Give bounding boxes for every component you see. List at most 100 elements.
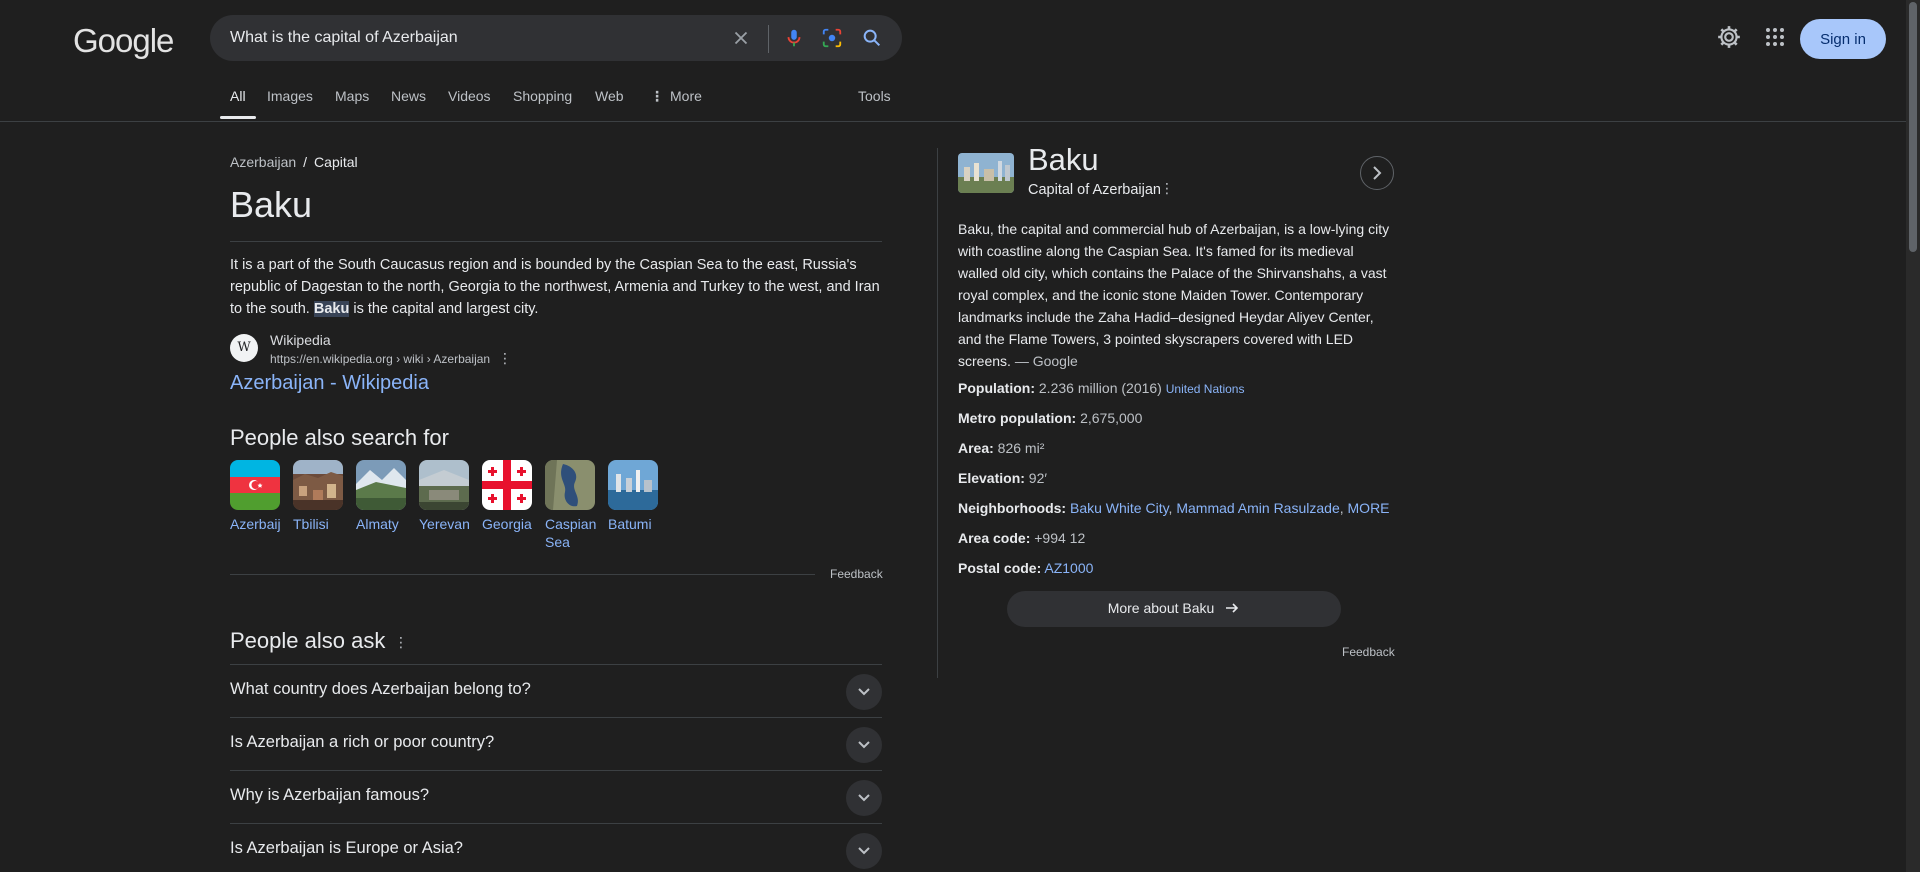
- sign-in-button[interactable]: Sign in: [1800, 19, 1886, 59]
- almaty-photo-thumbnail: [356, 460, 406, 510]
- paa-question[interactable]: Is Azerbaijan is Europe or Asia?: [230, 823, 882, 872]
- result-title-link[interactable]: Azerbaijan - Wikipedia: [230, 372, 429, 395]
- search-divider: [768, 25, 769, 53]
- pas-item-azerbaijan[interactable]: Azerbaij: [230, 460, 281, 533]
- breadcrumb-current: Capital: [314, 154, 358, 170]
- pas-item-almaty[interactable]: Almaty: [356, 460, 406, 533]
- pas-item-tbilisi[interactable]: Tbilisi: [293, 460, 343, 533]
- feedback-link[interactable]: Feedback: [830, 567, 883, 581]
- georgia-flag-thumbnail: [482, 460, 532, 510]
- top-header: Google Sign in All Images Maps News Vide…: [0, 0, 1906, 122]
- breadcrumb: Azerbaijan / Capital: [230, 154, 358, 170]
- fact-neighborhoods: Neighborhoods: Baku White City, Mammad A…: [958, 500, 1390, 516]
- paa-question-text: Is Azerbaijan a rich or poor country?: [230, 733, 495, 751]
- chevron-down-icon[interactable]: [846, 727, 882, 763]
- pas-item-georgia[interactable]: Georgia: [482, 460, 532, 533]
- chevron-down-icon[interactable]: [846, 674, 882, 710]
- pas-item-yerevan[interactable]: Yerevan: [419, 460, 470, 533]
- tools-button[interactable]: Tools: [858, 88, 891, 104]
- paa-question[interactable]: Is Azerbaijan a rich or poor country?: [230, 717, 882, 770]
- tab-shopping[interactable]: Shopping: [513, 88, 572, 104]
- batumi-photo-thumbnail: [608, 460, 658, 510]
- snippet-text-after: is the capital and largest city.: [349, 301, 539, 317]
- tab-news[interactable]: News: [391, 88, 426, 104]
- neighborhood-link[interactable]: Baku White City: [1070, 500, 1169, 516]
- tab-web[interactable]: Web: [595, 88, 624, 104]
- breadcrumb-parent[interactable]: Azerbaijan: [230, 154, 296, 170]
- chevron-down-icon[interactable]: [846, 780, 882, 816]
- microphone-icon[interactable]: [783, 27, 805, 49]
- tab-videos[interactable]: Videos: [448, 88, 491, 104]
- tab-maps[interactable]: Maps: [335, 88, 369, 104]
- neighborhoods-more-link[interactable]: MORE: [1348, 500, 1390, 516]
- search-icon[interactable]: [861, 27, 883, 49]
- caspian-sea-map-thumbnail: [545, 460, 595, 510]
- paa-question-text: Why is Azerbaijan famous?: [230, 786, 430, 804]
- paa-question[interactable]: What country does Azerbaijan belong to?: [230, 664, 882, 717]
- pas-item-label: Tbilisi: [293, 516, 329, 532]
- knowledge-panel-title: Baku: [1028, 142, 1099, 177]
- more-vert-icon[interactable]: ⋮: [498, 350, 512, 367]
- arrow-right-icon: [1224, 600, 1240, 619]
- scrollbar-thumb[interactable]: [1909, 2, 1917, 252]
- yerevan-photo-thumbnail: [419, 460, 469, 510]
- fact-metro-population: Metro population: 2,675,000: [958, 410, 1143, 426]
- google-logo[interactable]: Google: [73, 22, 174, 60]
- clear-icon[interactable]: [730, 27, 752, 49]
- fact-area-code: Area code: +994 12: [958, 530, 1086, 546]
- pas-item-label: Azerbaij: [230, 516, 281, 532]
- settings-gear-icon[interactable]: [1716, 24, 1742, 50]
- fact-elevation: Elevation: 92′: [958, 470, 1047, 486]
- neighborhood-link[interactable]: Mammad Amin Rasulzade: [1176, 500, 1339, 516]
- lens-camera-icon[interactable]: [821, 27, 843, 49]
- search-input[interactable]: [230, 15, 730, 61]
- azerbaijan-flag-thumbnail: [230, 460, 280, 510]
- fact-area: Area: 826 mi²: [958, 440, 1045, 456]
- people-also-search-list: Azerbaij Tbilisi Almaty Yerevan Georgia …: [230, 460, 680, 550]
- pas-item-batumi[interactable]: Batumi: [608, 460, 658, 533]
- paa-question[interactable]: Why is Azerbaijan famous?: [230, 770, 882, 823]
- pas-item-label: Almaty: [356, 516, 399, 532]
- knowledge-panel-subtitle: Capital of Azerbaijan: [1028, 182, 1161, 198]
- tab-more[interactable]: ⋮ More: [650, 88, 702, 105]
- divider: [230, 574, 815, 575]
- wikipedia-favicon-icon: W: [230, 334, 258, 362]
- pas-item-label: Caspian Sea: [545, 516, 597, 550]
- pas-item-caspian-sea[interactable]: Caspian Sea: [545, 460, 596, 551]
- baku-photo-thumbnail[interactable]: [958, 153, 1014, 193]
- chevron-right-icon[interactable]: [1360, 156, 1394, 190]
- fact-postal-code: Postal code: AZ1000: [958, 560, 1094, 576]
- search-box[interactable]: [210, 15, 902, 61]
- knowledge-panel-description: Baku, the capital and commercial hub of …: [958, 218, 1394, 372]
- paa-question-text: What country does Azerbaijan belong to?: [230, 680, 531, 698]
- source-name[interactable]: Wikipedia: [270, 332, 331, 348]
- feedback-link[interactable]: Feedback: [1342, 645, 1395, 659]
- tab-images[interactable]: Images: [267, 88, 313, 104]
- description-source: — Google: [1014, 353, 1078, 369]
- fact-population: Population: 2.236 million (2016) United …: [958, 380, 1245, 396]
- more-about-label: More about Baku: [1107, 599, 1215, 616]
- answer-title: Baku: [230, 184, 313, 225]
- more-about-button[interactable]: More about Baku: [1007, 591, 1341, 627]
- more-vert-icon[interactable]: ⋮: [1160, 180, 1174, 197]
- divider: [230, 241, 882, 242]
- pas-item-label: Yerevan: [419, 516, 470, 532]
- more-vert-icon[interactable]: ⋮: [394, 634, 408, 651]
- tab-more-label: More: [670, 88, 702, 104]
- snippet-highlight: Baku: [313, 301, 350, 317]
- apps-grid-icon[interactable]: [1763, 25, 1787, 49]
- people-also-search-heading: People also search for: [230, 425, 449, 450]
- population-source-link[interactable]: United Nations: [1166, 382, 1245, 396]
- pas-item-label: Georgia: [482, 516, 532, 532]
- source-url[interactable]: https://en.wikipedia.org › wiki › Azerba…: [270, 352, 490, 366]
- pas-item-label: Batumi: [608, 516, 652, 532]
- breadcrumb-separator: /: [303, 154, 308, 170]
- chevron-down-icon[interactable]: [846, 833, 882, 869]
- description-text: Baku, the capital and commercial hub of …: [958, 221, 1390, 369]
- postal-code-link[interactable]: AZ1000: [1044, 560, 1093, 576]
- tab-all[interactable]: All: [220, 88, 255, 119]
- knowledge-panel-border: [937, 148, 938, 678]
- featured-snippet-text: It is a part of the South Caucasus regio…: [230, 254, 880, 320]
- paa-question-text: Is Azerbaijan is Europe or Asia?: [230, 839, 463, 857]
- tbilisi-photo-thumbnail: [293, 460, 343, 510]
